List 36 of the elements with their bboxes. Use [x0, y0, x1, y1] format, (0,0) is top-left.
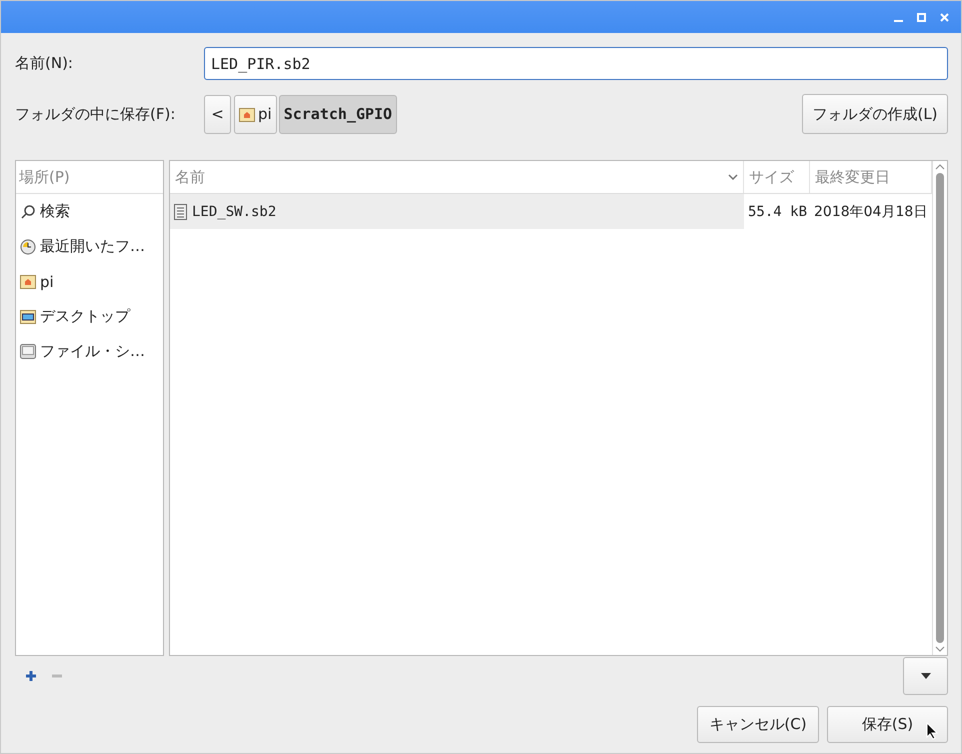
- home-folder-icon: [239, 106, 255, 122]
- place-item[interactable]: 検索: [16, 194, 163, 229]
- drive-icon: [20, 344, 36, 359]
- name-field[interactable]: LED_PIR.sb2: [204, 47, 948, 80]
- scroll-down-icon[interactable]: [935, 645, 945, 653]
- save-button[interactable]: 保存(S): [827, 706, 948, 743]
- home-folder-icon: [20, 274, 36, 289]
- file-name-cell[interactable]: LED_SW.sb2: [170, 194, 744, 229]
- folder-label: フォルダの中に保存(F):: [15, 104, 176, 124]
- close-icon[interactable]: [940, 12, 949, 22]
- desktop-icon: [20, 309, 36, 324]
- document-icon: [174, 204, 187, 220]
- column-header[interactable]: 最終変更日: [810, 161, 932, 193]
- place-item[interactable]: デスクトップ: [16, 299, 163, 334]
- clock-icon: [20, 238, 36, 254]
- name-label: 名前(N):: [15, 54, 74, 73]
- sort-chevron-icon: [728, 174, 738, 180]
- path-button[interactable]: Scratch_GPIO: [278, 94, 398, 134]
- places-header: 場所(P): [16, 161, 163, 194]
- scroll-up-icon[interactable]: [935, 163, 945, 171]
- cursor-icon: [926, 722, 938, 740]
- place-item[interactable]: pi: [16, 264, 163, 299]
- caret-icon: [920, 673, 930, 679]
- column-header[interactable]: 名前: [170, 161, 744, 193]
- search-icon: [20, 204, 36, 220]
- create-folder-button[interactable]: フォルダの作成(L): [802, 94, 948, 134]
- maximize-icon[interactable]: [917, 12, 926, 22]
- scrollbar[interactable]: [932, 161, 947, 655]
- cancel-button[interactable]: キャンセル(C): [697, 706, 819, 743]
- column-header[interactable]: サイズ: [744, 161, 810, 193]
- add-icon[interactable]: [25, 670, 37, 682]
- place-item[interactable]: 最近開いたフ…: [16, 229, 163, 264]
- path-button[interactable]: pi: [234, 94, 277, 134]
- dropdown-button[interactable]: [903, 657, 948, 695]
- place-item[interactable]: ファイル・シ…: [16, 334, 163, 369]
- back-button[interactable]: <: [204, 94, 231, 134]
